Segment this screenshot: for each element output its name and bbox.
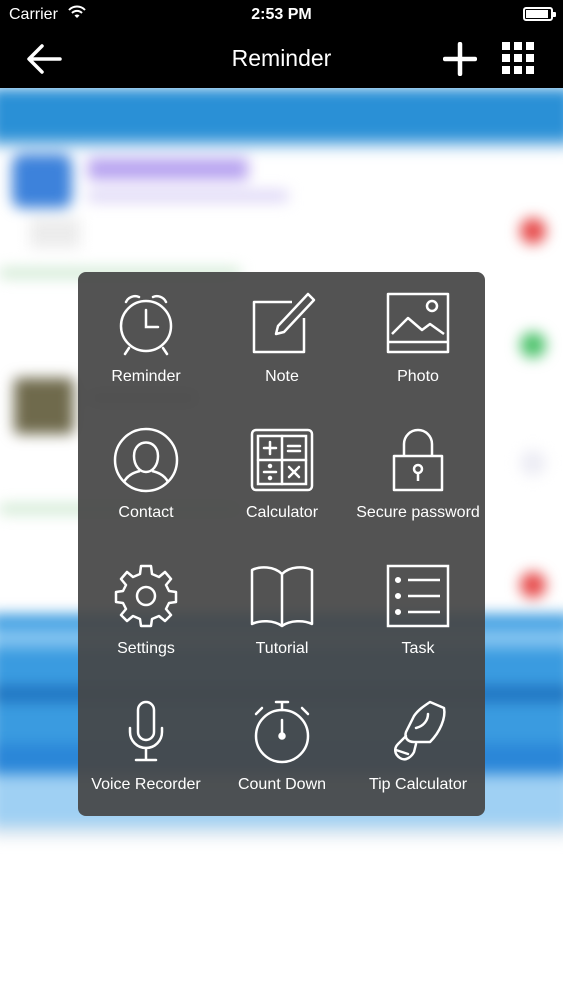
menu-item-label: Photo	[397, 368, 439, 385]
alarm-clock-icon	[112, 290, 180, 358]
menu-item-label: Reminder	[111, 368, 181, 385]
stopwatch-icon	[248, 698, 316, 766]
menu-item-count-down[interactable]: Count Down	[214, 680, 350, 816]
gear-icon	[112, 562, 180, 630]
menu-item-settings[interactable]: Settings	[78, 544, 214, 680]
menu-item-calculator[interactable]: Calculator	[214, 408, 350, 544]
menu-item-secure-password[interactable]: Secure password	[350, 408, 486, 544]
contact-icon	[112, 426, 180, 494]
menu-item-note[interactable]: Note	[214, 272, 350, 408]
task-list-icon	[384, 562, 452, 630]
menu-item-label: Note	[265, 368, 299, 385]
microphone-icon	[112, 698, 180, 766]
feature-menu: Reminder Note Photo Contact Calculator S…	[78, 272, 485, 816]
menu-item-label: Voice Recorder	[91, 776, 201, 793]
menu-item-label: Contact	[118, 504, 174, 521]
menu-item-task[interactable]: Task	[350, 544, 486, 680]
menu-item-tip-calculator[interactable]: Tip Calculator	[350, 680, 486, 816]
menu-item-label: Settings	[117, 640, 175, 657]
menu-item-label: Tutorial	[255, 640, 309, 657]
menu-item-reminder[interactable]: Reminder	[78, 272, 214, 408]
menu-item-label: Secure password	[356, 504, 480, 521]
lock-icon	[384, 426, 452, 494]
menu-grid-button[interactable]	[502, 42, 534, 74]
battery-icon	[523, 7, 556, 21]
add-button[interactable]	[443, 42, 477, 76]
note-edit-icon	[248, 290, 316, 358]
menu-item-contact[interactable]: Contact	[78, 408, 214, 544]
menu-item-label: Task	[401, 640, 435, 657]
menu-item-label: Tip Calculator	[368, 776, 468, 793]
status-bar: Carrier 2:53 PM	[0, 0, 563, 30]
status-time: 2:53 PM	[251, 6, 312, 23]
menu-item-label: Count Down	[237, 776, 327, 793]
photo-icon	[384, 290, 452, 358]
plus-icon	[443, 42, 477, 76]
menu-item-tutorial[interactable]: Tutorial	[214, 544, 350, 680]
calculator-icon	[248, 426, 316, 494]
menu-item-label: Calculator	[245, 504, 319, 521]
nav-bar: Reminder	[0, 30, 563, 88]
tip-hand-icon	[384, 698, 452, 766]
grid-icon	[502, 42, 534, 74]
book-icon	[248, 562, 316, 630]
menu-item-photo[interactable]: Photo	[350, 272, 486, 408]
page-title: Reminder	[231, 45, 332, 71]
menu-item-voice-recorder[interactable]: Voice Recorder	[78, 680, 214, 816]
